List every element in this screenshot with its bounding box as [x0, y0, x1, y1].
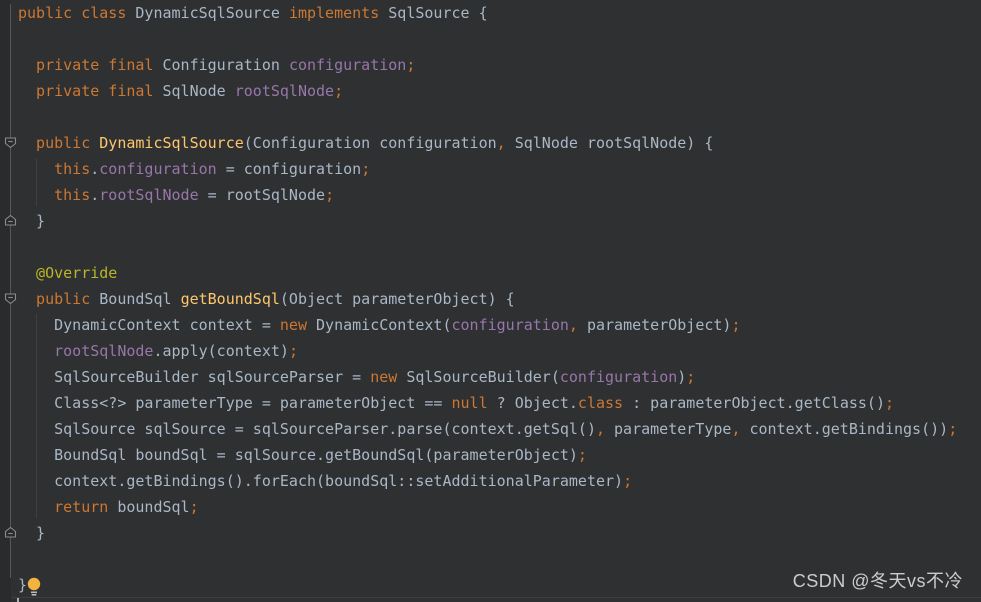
code-line[interactable]: rootSqlNode.apply(context);	[18, 338, 957, 364]
code-token-pln: .	[90, 186, 99, 204]
code-token-pln: }	[18, 576, 27, 594]
code-token-pln: SqlSource {	[388, 4, 487, 22]
code-line[interactable]	[18, 26, 957, 52]
code-token-pun: ;	[406, 56, 415, 74]
code-token-pun: ;	[289, 342, 298, 360]
code-line[interactable]: private final Configuration configuratio…	[18, 52, 957, 78]
code-token-kw: public	[18, 290, 99, 308]
code-token-kw: private final	[18, 82, 163, 100]
code-token-mth: DynamicSqlSource	[99, 134, 244, 152]
code-line[interactable]: public BoundSql getBoundSql(Object param…	[18, 286, 957, 312]
code-line[interactable]: public DynamicSqlSource(Configuration co…	[18, 130, 957, 156]
code-line[interactable]: public class DynamicSqlSource implements…	[18, 0, 957, 26]
code-token-kw: return	[18, 498, 108, 516]
code-token-pun: ,	[596, 420, 605, 438]
code-line[interactable]: return boundSql;	[18, 494, 957, 520]
code-token-kw: public class	[18, 4, 135, 22]
code-token-pln: BoundSql	[99, 290, 180, 308]
code-token-pun: ;	[885, 394, 894, 412]
code-line[interactable]: DynamicContext context = new DynamicCont…	[18, 312, 957, 338]
code-line[interactable]: SqlSourceBuilder sqlSourceParser = new S…	[18, 364, 957, 390]
code-token-pln: SqlSourceBuilder sqlSourceParser =	[18, 368, 370, 386]
code-token-pun: ,	[569, 316, 578, 334]
code-token-pun: ,	[497, 134, 506, 152]
code-token-kw: this	[18, 160, 90, 178]
code-token-ann: @Override	[18, 264, 117, 282]
code-editor[interactable]: public class DynamicSqlSource implements…	[0, 0, 981, 602]
code-token-fld: configuration	[289, 56, 406, 74]
code-token-pun: ;	[334, 82, 343, 100]
code-token-pun: ;	[623, 472, 632, 490]
code-token-kw: class	[578, 394, 623, 412]
code-token-fld: rootSqlNode	[235, 82, 334, 100]
code-token-pln: }	[18, 524, 45, 542]
code-token-pln: DynamicContext(	[307, 316, 452, 334]
code-token-kw: null	[451, 394, 487, 412]
intention-lightbulb-icon[interactable]	[27, 577, 42, 597]
code-token-pln: DynamicSqlSource	[135, 4, 289, 22]
code-token-kw: this	[18, 186, 90, 204]
code-line[interactable]: this.rootSqlNode = rootSqlNode;	[18, 182, 957, 208]
text-caret	[17, 598, 19, 602]
code-token-pln: Configuration	[163, 56, 289, 74]
code-token-pln: SqlSource sqlSource = sqlSourceParser.pa…	[18, 420, 596, 438]
code-token-pln: Class<?> parameterType = parameterObject…	[18, 394, 451, 412]
code-token-fld: configuration	[99, 160, 216, 178]
code-token-pln: ? Object.	[488, 394, 578, 412]
code-token-kw: new	[280, 316, 307, 334]
code-token-pun: ;	[948, 420, 957, 438]
code-line[interactable]	[18, 104, 957, 130]
code-token-kw: public	[18, 134, 99, 152]
code-line[interactable]: this.configuration = configuration;	[18, 156, 957, 182]
code-token-pln: }	[18, 212, 45, 230]
code-token-kw: implements	[289, 4, 388, 22]
code-line[interactable]: SqlSource sqlSource = sqlSourceParser.pa…	[18, 416, 957, 442]
code-token-kw: private final	[18, 56, 163, 74]
code-line[interactable]	[18, 234, 957, 260]
code-line[interactable]: }	[18, 208, 957, 234]
code-token-mth: getBoundSql	[181, 290, 280, 308]
code-area[interactable]: public class DynamicSqlSource implements…	[0, 0, 957, 598]
code-token-pun: ;	[731, 316, 740, 334]
watermark-text: CSDN @冬天vs不冷	[793, 568, 963, 594]
code-line[interactable]: Class<?> parameterType = parameterObject…	[18, 390, 957, 416]
code-token-pln: parameterObject)	[578, 316, 732, 334]
code-token-pun: ;	[190, 498, 199, 516]
code-token-pln: SqlSourceBuilder(	[397, 368, 560, 386]
code-token-pln	[18, 342, 54, 360]
code-line[interactable]: BoundSql boundSql = sqlSource.getBoundSq…	[18, 442, 957, 468]
code-token-fld: configuration	[452, 316, 569, 334]
code-token-pln: = configuration	[217, 160, 362, 178]
code-token-pln: parameterType	[605, 420, 731, 438]
code-token-pln: = rootSqlNode	[199, 186, 325, 204]
editor-bottom-separator	[12, 597, 981, 598]
code-token-pln: context.getBindings().forEach(boundSql::…	[18, 472, 623, 490]
code-token-kw: new	[370, 368, 397, 386]
code-token-pun: ;	[325, 186, 334, 204]
code-token-pun: ;	[361, 160, 370, 178]
code-line[interactable]: context.getBindings().forEach(boundSql::…	[18, 468, 957, 494]
code-token-pun: ;	[578, 446, 587, 464]
code-token-pln: .apply(context)	[153, 342, 288, 360]
code-token-pln: DynamicContext context =	[18, 316, 280, 334]
code-line[interactable]: private final SqlNode rootSqlNode;	[18, 78, 957, 104]
code-line[interactable]: @Override	[18, 260, 957, 286]
code-token-pln: : parameterObject.getClass()	[623, 394, 885, 412]
code-token-pln: SqlNode	[163, 82, 235, 100]
code-token-fld: rootSqlNode	[99, 186, 198, 204]
code-token-fld: rootSqlNode	[54, 342, 153, 360]
code-line[interactable]: }	[18, 520, 957, 546]
code-token-pln: boundSql	[108, 498, 189, 516]
code-token-pln: (Configuration configuration	[244, 134, 497, 152]
code-token-pln: SqlNode rootSqlNode) {	[506, 134, 714, 152]
code-token-pln: BoundSql boundSql = sqlSource.getBoundSq…	[18, 446, 578, 464]
code-token-fld: configuration	[560, 368, 677, 386]
code-token-pln: )	[677, 368, 686, 386]
code-token-pln: (Object parameterObject) {	[280, 290, 515, 308]
code-token-pun: ;	[686, 368, 695, 386]
code-token-pln: .	[90, 160, 99, 178]
code-token-pln: context.getBindings())	[740, 420, 948, 438]
